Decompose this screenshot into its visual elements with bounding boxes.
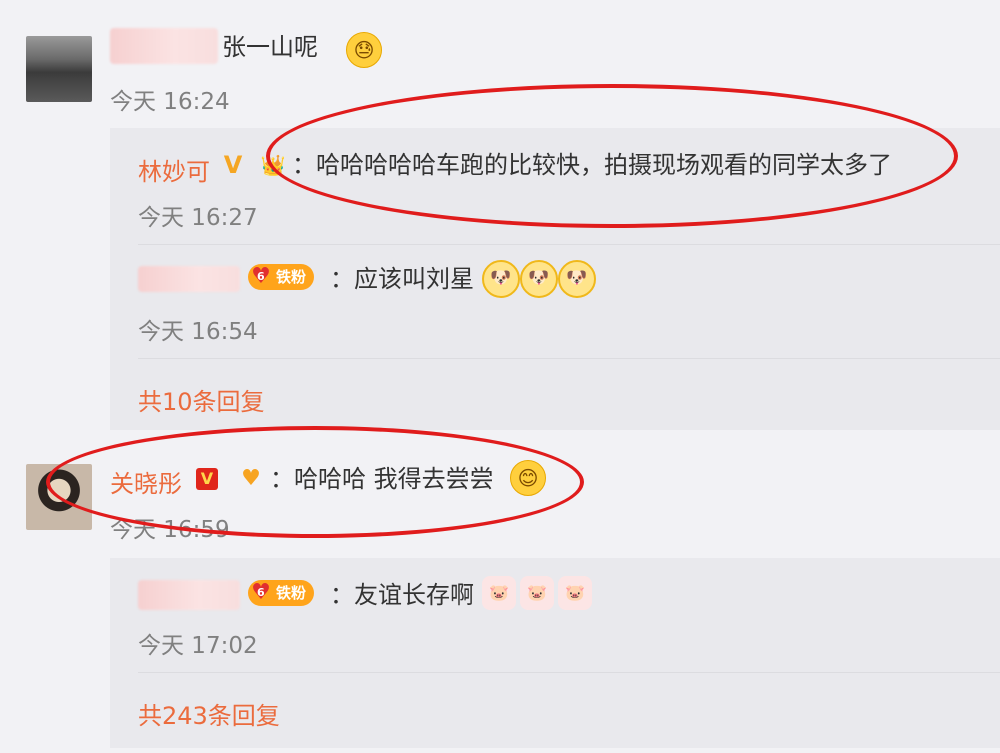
verified-v-icon: V (223, 151, 243, 179)
reply-text: ：友谊长存啊 (330, 581, 474, 609)
divider (138, 244, 1000, 245)
blurred-username[interactable] (138, 580, 240, 610)
more-replies-link[interactable]: 共10条回复 (138, 382, 265, 417)
comment-time: 今天 16:24 (110, 89, 230, 115)
reply-time: 今天 16:54 (138, 319, 258, 345)
pig-sticker-icon: 🐷 (558, 576, 592, 610)
sweat-face-emoji-icon: 😓 (346, 32, 382, 68)
fan-level: 6 (257, 270, 265, 283)
reply-text: ：应该叫刘星 (330, 265, 474, 293)
fan-level: 6 (257, 586, 265, 599)
reply-time: 今天 16:27 (138, 205, 258, 231)
divider (138, 672, 1000, 673)
avatar[interactable] (26, 36, 92, 102)
pig-sticker-icon: 🐷 (482, 576, 516, 610)
blurred-username[interactable] (110, 28, 218, 64)
doge-emoji-icon: 🐶 (520, 260, 558, 298)
reply-author-name[interactable]: 林妙可 (138, 152, 210, 187)
blurred-username[interactable] (138, 266, 240, 292)
reply-time: 今天 17:02 (138, 633, 258, 659)
highlight-ellipse (46, 426, 584, 538)
doge-emoji-icon: 🐶 (482, 260, 520, 298)
doge-emoji-icon: 🐶 (558, 260, 596, 298)
pig-sticker-icon: 🐷 (520, 576, 554, 610)
more-replies-link[interactable]: 共243条回复 (138, 696, 280, 731)
highlight-ellipse (266, 84, 958, 228)
comment-text: 张一山呢 (222, 33, 318, 61)
divider (138, 358, 1000, 359)
